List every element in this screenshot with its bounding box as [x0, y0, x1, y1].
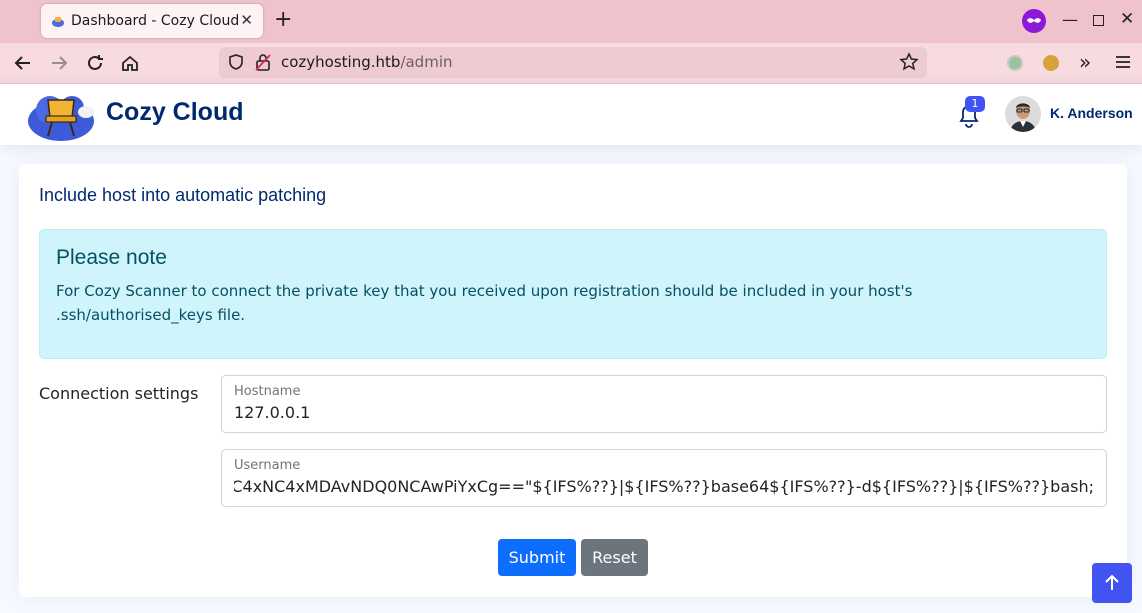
alert-heading: Please note: [56, 246, 167, 269]
url-text: cozyhosting.htb/admin: [281, 53, 453, 71]
user-name[interactable]: K. Anderson: [1050, 105, 1133, 121]
info-alert: Please note For Cozy Scanner to connect …: [39, 229, 1107, 359]
hostname-input[interactable]: 127.0.0.1: [234, 403, 310, 422]
minimize-icon[interactable]: —: [1062, 10, 1078, 29]
back-to-top-button[interactable]: [1092, 563, 1132, 603]
arrow-up-icon: [1105, 574, 1119, 590]
cozy-cloud-favicon-icon: [52, 17, 64, 27]
reload-icon[interactable]: [84, 52, 106, 74]
tracking-shield-icon[interactable]: [227, 53, 245, 71]
home-icon[interactable]: [119, 52, 141, 74]
maximize-icon[interactable]: [1093, 15, 1104, 26]
extension-avatar-icon[interactable]: [1043, 55, 1059, 71]
alert-text: For Cozy Scanner to connect the private …: [56, 282, 913, 324]
reset-button[interactable]: Reset: [581, 539, 648, 576]
hamburger-menu-icon[interactable]: [1115, 52, 1131, 72]
window-close-icon[interactable]: ✕: [1120, 9, 1134, 29]
more-tools-icon[interactable]: »: [1079, 50, 1091, 74]
patching-card: Include host into automatic patching Ple…: [19, 164, 1127, 597]
forward-arrow-icon[interactable]: [48, 52, 70, 74]
back-arrow-icon[interactable]: [12, 52, 34, 74]
insecure-lock-icon[interactable]: [255, 53, 271, 71]
submit-button[interactable]: Submit: [498, 539, 576, 576]
private-browsing-icon: [1022, 9, 1046, 33]
cozy-cloud-logo[interactable]: [26, 86, 96, 144]
tab-close-icon[interactable]: ✕: [240, 11, 253, 29]
tab-title: Dashboard - Cozy Cloud: [71, 13, 240, 29]
new-tab-icon[interactable]: +: [274, 9, 292, 31]
url-bar[interactable]: cozyhosting.htb/admin: [219, 47, 927, 78]
bookmark-star-icon[interactable]: [899, 52, 919, 72]
username-label: Username: [234, 458, 301, 473]
browser-tab[interactable]: Dashboard - Cozy Cloud ✕: [41, 4, 263, 38]
browser-nav-bar: cozyhosting.htb/admin »: [0, 43, 1142, 84]
site-header: Cozy Cloud 1 K. Anderson: [0, 84, 1142, 145]
brand-name[interactable]: Cozy Cloud: [106, 98, 244, 127]
username-input[interactable]: RjcC8xMC4xMC4xNC4xMDAvNDQ0NCAwPiYxCg=="$…: [222, 477, 1094, 496]
browser-tab-bar: Dashboard - Cozy Cloud ✕ + — ✕: [0, 0, 1142, 43]
username-field[interactable]: Username RjcC8xMC4xMC4xNC4xMDAvNDQ0NCAwP…: [221, 449, 1107, 507]
notification-count-badge: 1: [965, 96, 985, 112]
card-title: Include host into automatic patching: [39, 185, 327, 205]
user-avatar[interactable]: [1005, 96, 1041, 132]
extension-status-icon[interactable]: [1007, 55, 1023, 71]
hostname-label: Hostname: [234, 384, 301, 399]
hostname-field[interactable]: Hostname 127.0.0.1: [221, 375, 1107, 433]
input-edge-mask: [222, 470, 234, 500]
connection-settings-label: Connection settings: [39, 384, 199, 403]
